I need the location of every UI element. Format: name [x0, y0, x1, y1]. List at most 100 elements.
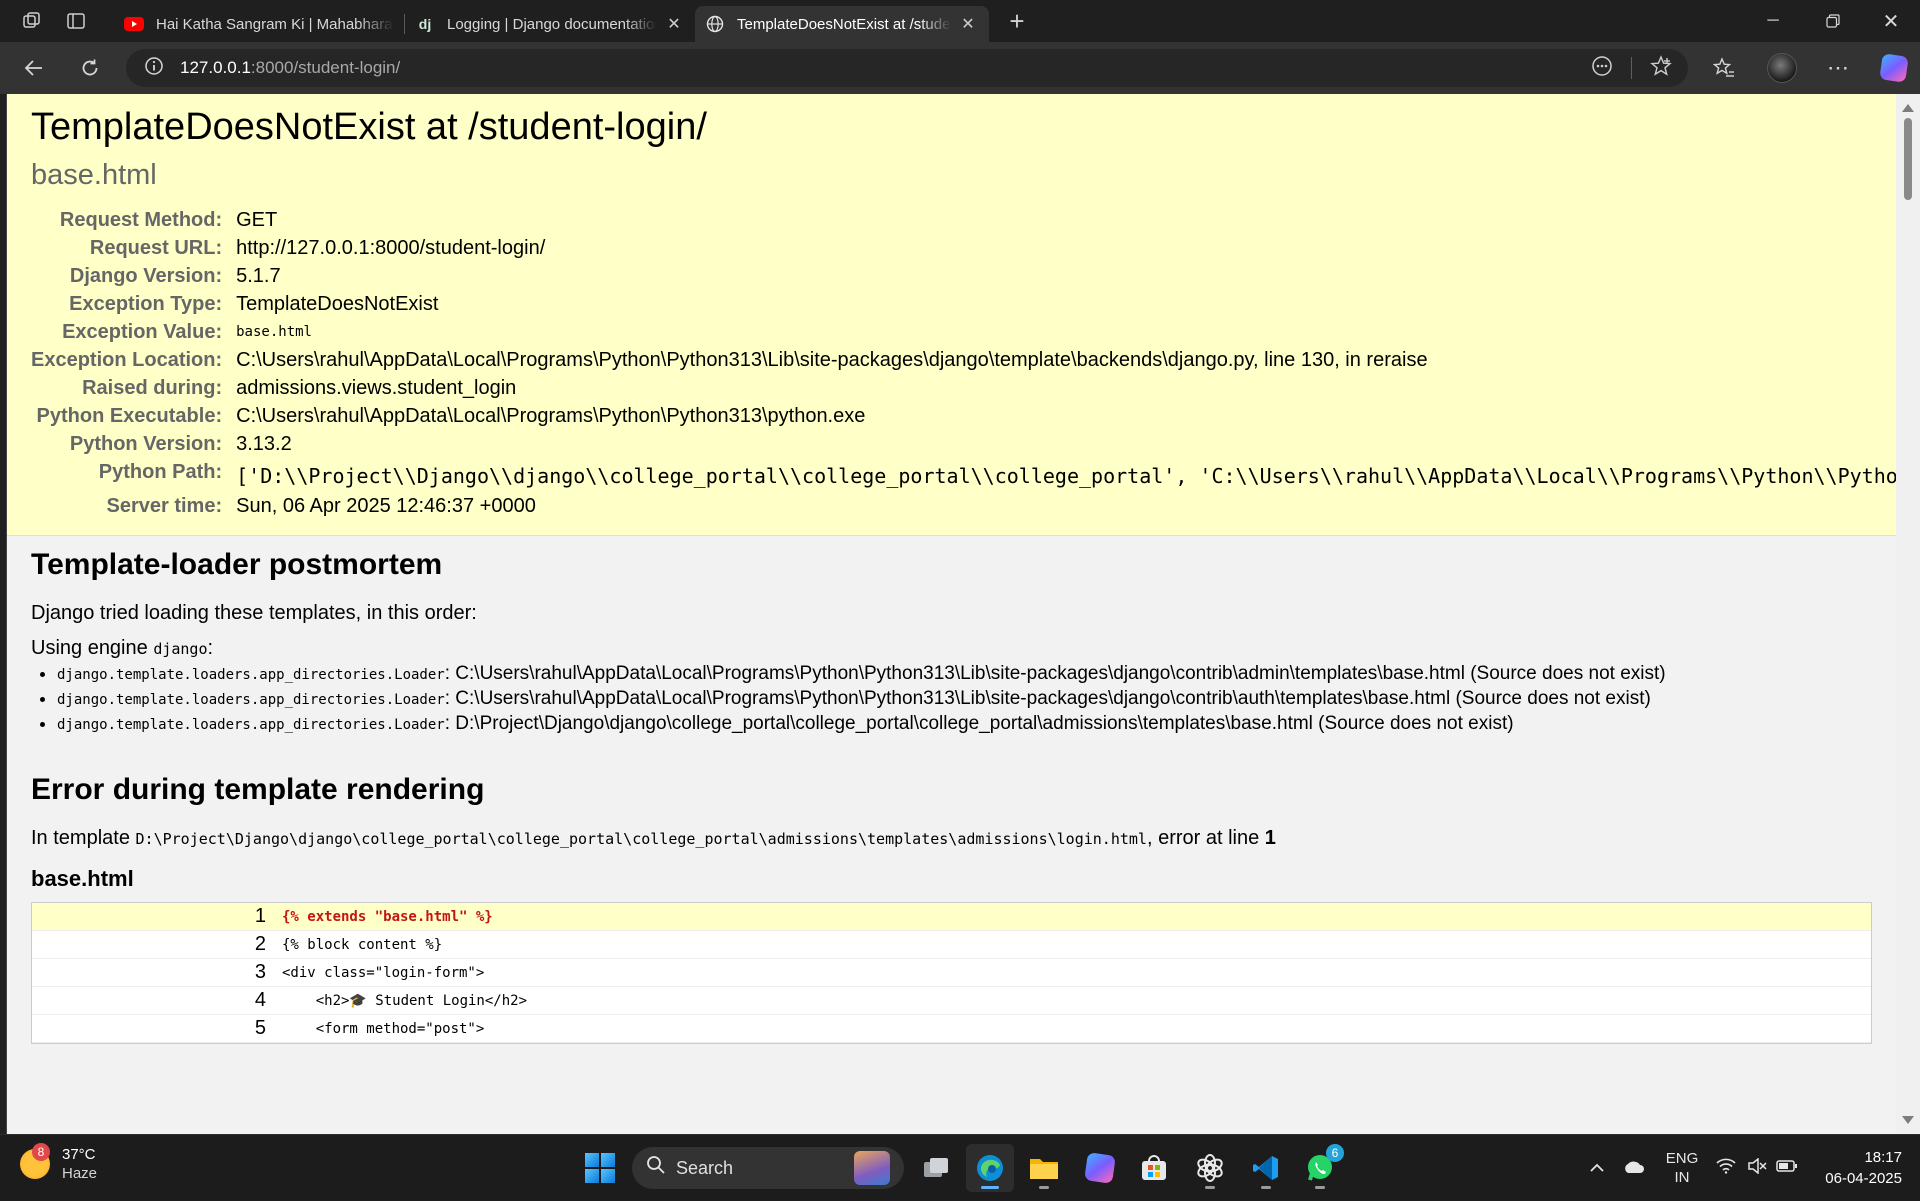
tab-label: TemplateDoesNotExist at /student-login/ — [737, 15, 951, 33]
template-location: In template D:\Project\Django\django\col… — [31, 827, 1872, 850]
meta-value: 5.1.7 — [236, 265, 281, 287]
site-info-icon[interactable] — [144, 56, 164, 81]
meta-label: Python Executable: — [36, 405, 223, 427]
favorites-icon[interactable] — [1702, 47, 1746, 89]
copilot-taskbar-button[interactable] — [1076, 1144, 1124, 1192]
read-aloud-icon[interactable] — [1591, 55, 1613, 82]
django-icon: dj — [418, 16, 432, 32]
tab-django-docs[interactable]: dj Logging | Django documentation ✕ — [405, 6, 695, 42]
source-code: {% extends "base.html" %} — [282, 908, 493, 925]
vscode-taskbar-button[interactable] — [1242, 1144, 1290, 1192]
meta-value: C:\Users\rahul\AppData\Local\Programs\Py… — [236, 405, 866, 427]
favorite-star-icon[interactable] — [1650, 54, 1672, 82]
page-viewport: TemplateDoesNotExist at /student-login/ … — [6, 94, 1896, 1134]
source-line: 2 {% block content %} — [32, 931, 1871, 959]
back-arrow-icon[interactable] — [10, 48, 58, 88]
meta-row-python-path: Python Path: ['D:\\Project\\Django\\djan… — [31, 458, 1896, 492]
scroll-up-arrow-icon[interactable] — [1902, 104, 1914, 112]
whatsapp-badge: 6 — [1326, 1144, 1344, 1162]
open-indicator — [1315, 1186, 1325, 1189]
meta-row-exception-type: Exception Type: TemplateDoesNotExist — [31, 290, 1896, 318]
meta-label: Django Version: — [69, 265, 223, 287]
onedrive-cloud-icon[interactable] — [1614, 1158, 1654, 1178]
template-rendering-error: Error during template rendering In templ… — [7, 737, 1896, 1044]
meta-label: Exception Type: — [69, 293, 223, 315]
youtube-icon — [124, 14, 144, 34]
request-meta-table: Request Method: GET Request URL: http://… — [31, 206, 1896, 520]
loader-path: : C:\Users\rahul\AppData\Local\Programs\… — [444, 663, 1666, 684]
lang-code: ENG — [1665, 1150, 1699, 1167]
more-options-icon[interactable]: ⋯ — [1816, 47, 1860, 89]
error-line: 1 — [1264, 827, 1276, 849]
exception-value-heading: base.html — [31, 159, 157, 191]
edge-taskbar-button[interactable] — [966, 1144, 1014, 1192]
store-taskbar-button[interactable] — [1130, 1144, 1178, 1192]
clock-time: 18:17 — [1864, 1149, 1902, 1166]
copilot-icon[interactable] — [1872, 47, 1916, 89]
tab-youtube[interactable]: Hai Katha Sangram Ki | Mahabharat — [114, 6, 404, 42]
battery-icon[interactable] — [1772, 1159, 1802, 1177]
close-window-icon[interactable]: ✕ — [1862, 0, 1920, 42]
line-number: 3 — [254, 961, 266, 983]
weather-text: 37°C Haze — [62, 1145, 97, 1183]
windows-taskbar: 8 37°C Haze Search 6 ENG IN 18:17 06-04-… — [0, 1134, 1920, 1200]
tab-actions-icon[interactable] — [56, 1, 96, 41]
new-tab-icon[interactable]: + — [997, 1, 1037, 41]
globe-icon — [705, 14, 725, 34]
source-line: 5 <form method="post"> — [32, 1015, 1871, 1043]
engine-line: Using engine django: — [31, 637, 1872, 660]
page-scrollbar[interactable] — [1896, 94, 1920, 1134]
source-line-highlighted: 1 {% extends "base.html" %} — [32, 903, 1871, 931]
source-code: <form method="post"> — [282, 1020, 485, 1037]
tab-strip: Hai Katha Sangram Ki | Mahabharat dj Log… — [0, 0, 1920, 42]
speaker-muted-icon[interactable] — [1742, 1157, 1772, 1178]
file-explorer-button[interactable] — [1020, 1144, 1068, 1192]
meta-value: Sun, 06 Apr 2025 12:46:37 +0000 — [236, 495, 536, 517]
language-indicator[interactable]: ENG IN — [1654, 1149, 1710, 1187]
line-number: 4 — [254, 989, 266, 1011]
meta-value: base.html — [236, 324, 312, 340]
minimize-icon[interactable]: ─ — [1744, 0, 1802, 42]
taskbar-search[interactable]: Search — [632, 1147, 904, 1189]
task-view-button[interactable] — [912, 1144, 960, 1192]
show-hidden-icons-chevron-icon[interactable] — [1580, 1160, 1614, 1177]
engine-suffix: : — [207, 637, 214, 659]
error-at-text: , error at line — [1146, 827, 1265, 849]
restore-icon[interactable] — [1804, 0, 1862, 42]
meta-row-django-version: Django Version: 5.1.7 — [31, 262, 1896, 290]
meta-value: TemplateDoesNotExist — [236, 293, 439, 315]
loader-name: django.template.loaders.app_directories.… — [57, 667, 445, 683]
workspaces-icon[interactable] — [12, 1, 52, 41]
chatgpt-taskbar-button[interactable] — [1186, 1144, 1234, 1192]
refresh-icon[interactable] — [66, 48, 114, 88]
source-line: 4 <h2>🎓 Student Login</h2> — [32, 987, 1871, 1015]
engine-prefix: Using engine — [31, 637, 154, 659]
whatsapp-taskbar-button[interactable]: 6 — [1296, 1144, 1344, 1192]
section-heading: Error during template rendering — [31, 773, 485, 806]
template-postmortem: Template-loader postmortem Django tried … — [7, 536, 1896, 737]
postmortem-intro: Django tried loading these templates, in… — [31, 602, 477, 624]
close-tab-icon[interactable]: ✕ — [957, 13, 979, 35]
meta-row-python-version: Python Version: 3.13.2 — [31, 430, 1896, 458]
line-number: 1 — [254, 905, 266, 927]
line-number: 5 — [254, 1017, 266, 1039]
meta-row-exception-value: Exception Value: base.html — [31, 318, 1896, 346]
close-tab-icon[interactable]: ✕ — [663, 13, 685, 35]
profile-avatar[interactable] — [1760, 47, 1804, 89]
system-clock[interactable]: 18:17 06-04-2025 — [1825, 1147, 1902, 1189]
page-title: TemplateDoesNotExist at /student-login/ — [31, 106, 707, 148]
source-code: {% block content %} — [282, 936, 443, 953]
open-indicator — [1205, 1186, 1215, 1189]
address-bar[interactable]: 127.0.0.1:8000/student-login/ — [126, 49, 1688, 87]
scroll-down-arrow-icon[interactable] — [1902, 1116, 1914, 1124]
weather-widget[interactable]: 8 37°C Haze — [20, 1143, 97, 1183]
search-highlight-image — [854, 1151, 890, 1185]
wifi-icon[interactable] — [1710, 1158, 1742, 1178]
weather-badge: 8 — [32, 1143, 50, 1161]
start-button[interactable] — [576, 1144, 624, 1192]
scroll-thumb[interactable] — [1904, 118, 1912, 200]
weather-condition: Haze — [62, 1165, 98, 1182]
tab-template-error[interactable]: TemplateDoesNotExist at /student-login/ … — [695, 6, 989, 42]
meta-label: Exception Location: — [31, 349, 223, 371]
meta-label: Exception Value: — [62, 321, 223, 343]
